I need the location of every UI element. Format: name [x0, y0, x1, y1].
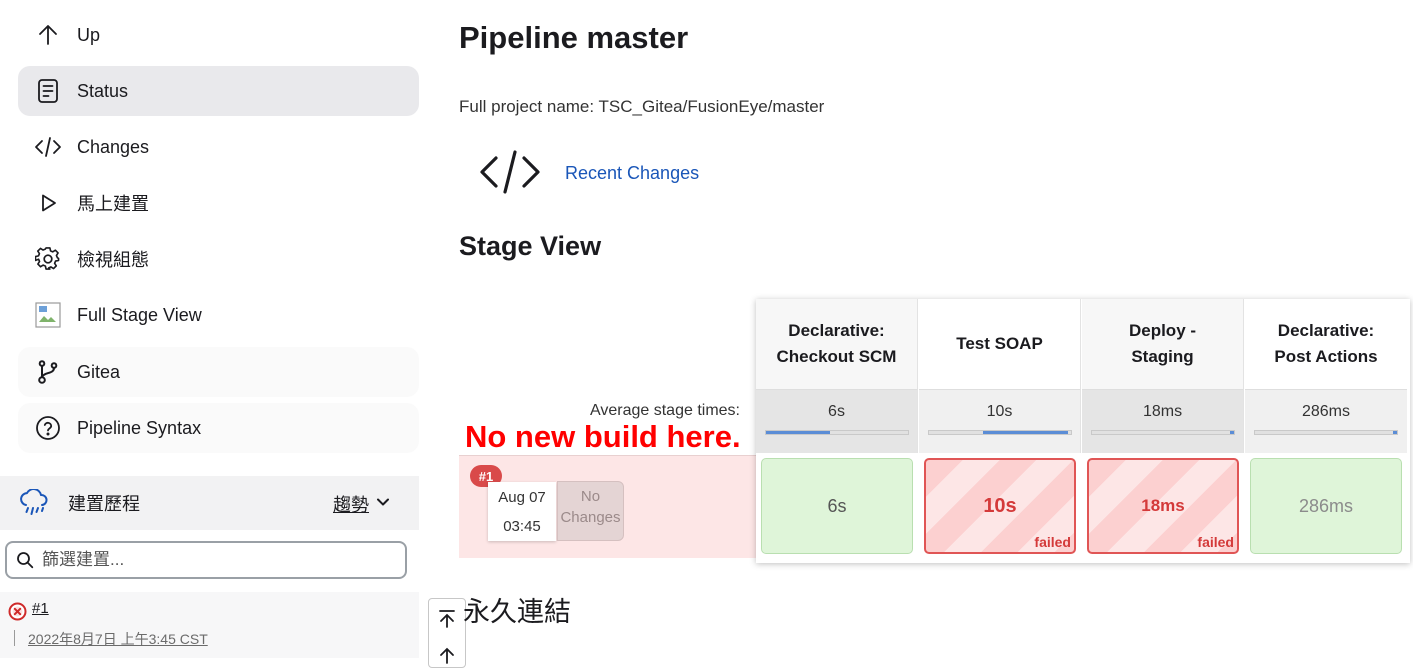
sidebar-item-label: Gitea: [77, 361, 121, 382]
stage-average-time: 6s: [828, 403, 845, 420]
no-changes-line1: No: [580, 488, 601, 505]
build-time-link[interactable]: 2022年8月7日 上午3:45 CST: [28, 629, 208, 649]
stage-name-line2: Staging: [1131, 347, 1194, 366]
stage-header: Declarative: Post Actions: [1245, 299, 1407, 389]
stage-average-fill: [766, 431, 830, 434]
stage-duration: 10s: [983, 494, 1017, 517]
sidebar-item-label: Status: [77, 80, 129, 101]
build-filter-field[interactable]: [5, 541, 407, 579]
stage-name-line1: Deploy -: [1128, 321, 1197, 340]
stage-average-time: 286ms: [1301, 403, 1351, 420]
build-number-link[interactable]: #1: [32, 600, 49, 617]
stage-name-line2: Post Actions: [1274, 347, 1378, 366]
stage-cell-failed[interactable]: 10s failed: [924, 458, 1076, 554]
failed-status-icon: [8, 602, 27, 621]
sidebar-item-status[interactable]: Status: [18, 66, 419, 116]
document-icon: [34, 77, 62, 105]
sidebar-item-pipeline-syntax[interactable]: Pipeline Syntax: [18, 403, 419, 453]
sidebar-item-label: Pipeline Syntax: [77, 417, 202, 438]
code-icon: [34, 133, 62, 161]
stage-average-fill: [1392, 431, 1397, 434]
full-project-name: Full project name: TSC_Gitea/FusionEye/m…: [459, 97, 825, 116]
stage-header: Test SOAP: [919, 299, 1081, 389]
stage-header: Deploy - Staging: [1082, 299, 1244, 389]
build-history-title: 建置歷程: [68, 494, 140, 514]
trend-link[interactable]: 趨勢: [333, 491, 369, 517]
build-date-card[interactable]: Aug 07 03:45: [488, 482, 556, 541]
scroll-to-top-icon[interactable]: [437, 609, 457, 629]
stage-cell-success[interactable]: 286ms: [1250, 458, 1402, 554]
no-changes-box: No Changes: [557, 481, 624, 541]
stage-average: 286ms: [1245, 389, 1407, 453]
sidebar: Up Status Changes 馬上建置 檢視組態 Full Stage V…: [0, 0, 430, 658]
stage-average-fill: [1229, 431, 1234, 434]
page-title: Pipeline master: [459, 20, 689, 55]
build-history-header: 建置歷程 趨勢: [0, 476, 419, 530]
stage-cell-success[interactable]: 6s: [761, 458, 913, 554]
broken-image-icon: [34, 301, 62, 329]
recent-changes-link[interactable]: Recent Changes: [565, 163, 699, 184]
sidebar-item-label: Changes: [77, 136, 150, 157]
sidebar-item-label: 檢視組態: [77, 250, 149, 270]
help-circle-icon: [34, 414, 62, 442]
code-icon[interactable]: [478, 148, 542, 201]
stage-header: Declarative: Checkout SCM: [756, 299, 918, 389]
failed-tag: failed: [1034, 534, 1071, 550]
stage-name-line1: Test SOAP: [956, 334, 1043, 353]
stage-average-bar: [928, 430, 1072, 435]
build-row[interactable]: #1 2022年8月7日 上午3:45 CST: [0, 592, 419, 658]
gear-icon: [34, 245, 62, 273]
sidebar-item-label: Up: [77, 24, 101, 45]
sidebar-item-build-now[interactable]: 馬上建置: [18, 178, 419, 228]
stage-name-line1: Declarative:: [1277, 321, 1375, 340]
no-changes-line2: Changes: [560, 509, 621, 526]
stage-duration: 286ms: [1298, 495, 1354, 516]
stage-average: 18ms: [1082, 389, 1244, 453]
stage-duration: 6s: [827, 495, 847, 516]
stage-duration: 18ms: [1141, 496, 1185, 515]
stage-view-title: Stage View: [459, 231, 602, 261]
stage-average-time: 18ms: [1142, 403, 1183, 420]
search-icon: [16, 551, 34, 569]
build-filter-input[interactable]: [40, 549, 384, 571]
play-icon: [34, 189, 62, 217]
stage-cell-failed[interactable]: 18ms failed: [1087, 458, 1239, 554]
stage-name-line1: Declarative:: [788, 321, 885, 340]
sidebar-item-label: 馬上建置: [77, 194, 149, 214]
stage-average-time: 10s: [986, 403, 1013, 420]
build-time: 03:45: [503, 518, 541, 535]
build-date: Aug 07: [498, 489, 546, 506]
stage-average-bar: [1091, 430, 1235, 435]
failed-tag: failed: [1197, 534, 1234, 550]
permalinks-title: 永久連結: [463, 597, 571, 627]
stage-average: 6s: [756, 389, 918, 453]
sidebar-item-up[interactable]: Up: [18, 10, 419, 60]
stage-average-fill: [982, 431, 1069, 434]
scroll-up-icon[interactable]: [437, 645, 457, 665]
stage-average-bar: [1254, 430, 1398, 435]
chevron-down-icon[interactable]: [375, 494, 391, 515]
arrow-up-icon: [34, 21, 62, 49]
weather-rain-icon: [18, 489, 50, 517]
average-stage-times-label: Average stage times:: [589, 402, 740, 419]
sidebar-item-changes[interactable]: Changes: [18, 122, 419, 172]
stage-average: 10s: [919, 389, 1081, 453]
sidebar-item-label: Full Stage View: [77, 304, 202, 325]
sidebar-item-gitea[interactable]: Gitea: [18, 347, 419, 397]
build-divider: [14, 630, 15, 646]
annotation-text: No new build here.: [465, 419, 741, 454]
sidebar-item-configure[interactable]: 檢視組態: [18, 234, 419, 284]
sidebar-item-full-stage-view[interactable]: Full Stage View: [18, 290, 419, 340]
stage-average-bar: [765, 430, 909, 435]
stage-view-table: Declarative: Checkout SCM 6s 6s Test SOAP…: [756, 299, 1410, 563]
git-branch-icon: [34, 358, 62, 386]
stage-name-line2: Checkout SCM: [776, 347, 897, 366]
